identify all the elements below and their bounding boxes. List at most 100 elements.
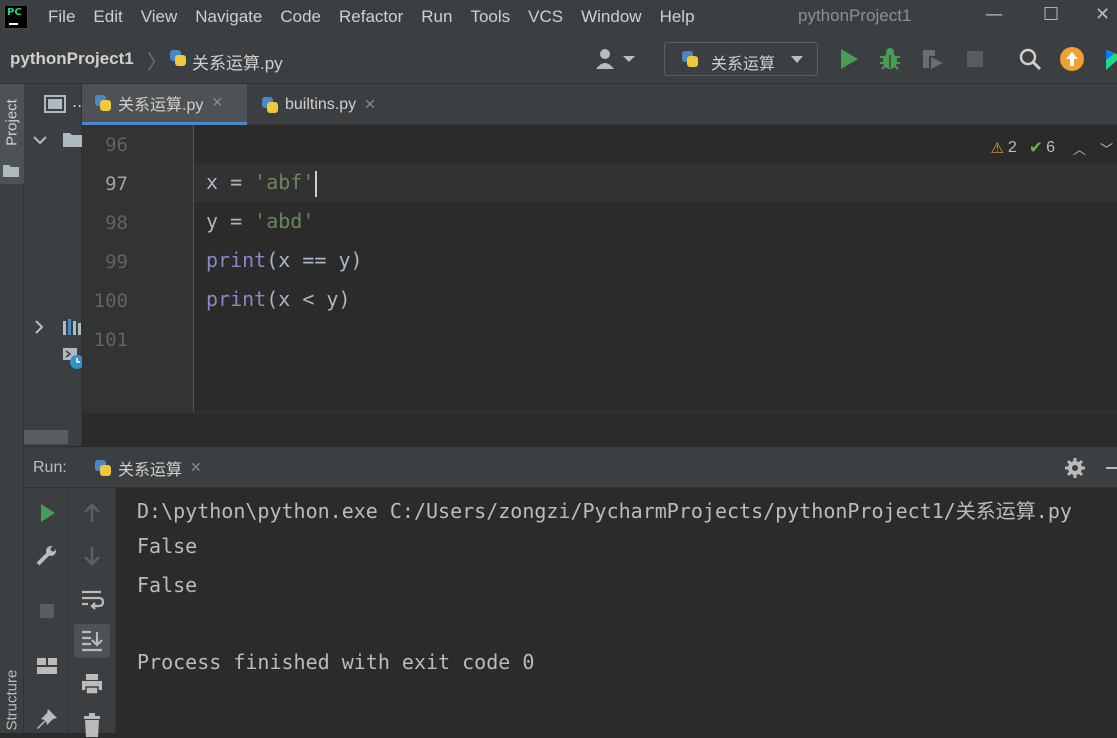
arrow-down-icon[interactable] (79, 543, 105, 569)
run-button[interactable] (836, 46, 862, 72)
editor-tab-bar: 关系运算.py ✕ builtins.py ✕ (82, 84, 1117, 125)
structure-tool-tab[interactable]: Structure (4, 651, 21, 731)
debug-button[interactable] (877, 46, 903, 72)
rerun-icon[interactable] (34, 500, 60, 526)
update-icon[interactable] (1059, 46, 1085, 72)
python-icon (94, 459, 112, 477)
line-number: 101 (93, 329, 128, 351)
code-line: y = 'abd' (206, 209, 314, 233)
chevron-down-icon[interactable] (33, 134, 47, 146)
code-line: x = 'abf' (206, 170, 318, 197)
text-caret (315, 170, 318, 197)
run-with-coverage-button[interactable] (919, 46, 945, 72)
code-token: y = (206, 209, 255, 233)
run-console-output[interactable]: D:\python\python.exe C:/Users/zongzi/Pyc… (116, 488, 1117, 733)
line-number-current: 97 (105, 173, 128, 195)
console-line: False (137, 573, 198, 597)
arrow-up-icon[interactable] (79, 500, 105, 526)
code-line: print(x == y) (206, 248, 363, 272)
editor-tab-label: builtins.py (285, 95, 357, 113)
chevron-up-icon[interactable]: ︿ (1073, 139, 1086, 158)
gear-icon[interactable] (1064, 457, 1086, 479)
search-icon[interactable] (1017, 46, 1043, 72)
python-file-icon (169, 49, 187, 67)
code-token: x = (206, 170, 255, 194)
code-builtin-token: print (206, 287, 267, 311)
menu-view[interactable]: View (141, 7, 178, 27)
project-view-icon[interactable] (44, 95, 66, 113)
close-window-button[interactable]: ✕ (1095, 4, 1110, 25)
code-builtin-token: print (206, 248, 267, 272)
print-icon[interactable] (79, 671, 105, 697)
logo-text: PC (7, 7, 22, 18)
code-string-token: 'abd' (254, 209, 315, 233)
project-tool-tab-label: Project (3, 99, 21, 146)
project-tab-label: .. (72, 92, 83, 111)
run-panel-title: Run: (33, 459, 67, 476)
navigation-bar: pythonProject1 〉 关系运算.py 关系运算 (0, 34, 1117, 84)
editor-tab-active[interactable]: 关系运算.py ✕ (82, 84, 247, 125)
chevron-right-icon[interactable] (33, 320, 45, 334)
close-tab-icon[interactable]: ✕ (211, 95, 223, 111)
stop-icon[interactable] (34, 598, 60, 624)
run-toolbar-secondary (68, 488, 116, 737)
horizontal-scrollbar[interactable] (24, 430, 68, 444)
scroll-to-end-icon (82, 630, 103, 652)
console-line: False (137, 534, 198, 558)
menu-navigate[interactable]: Navigate (195, 7, 262, 27)
code-token: (x == y) (266, 248, 363, 272)
code-editor[interactable]: x = 'abf' y = 'abd' print(x == y) print(… (194, 125, 1117, 412)
breadcrumb-project[interactable]: pythonProject1 (10, 49, 134, 69)
folder-icon (3, 165, 19, 177)
folder-icon (63, 133, 82, 147)
run-configuration-selector[interactable]: 关系运算 (664, 42, 818, 76)
project-panel: .. (24, 84, 84, 446)
menu-code[interactable]: Code (280, 7, 321, 27)
pin-icon[interactable] (34, 706, 60, 732)
menu-run[interactable]: Run (421, 7, 452, 27)
check-icon: ✔ (1028, 138, 1044, 157)
chevron-down-icon[interactable]: ﹀ (1100, 139, 1113, 158)
minimize-panel-icon[interactable] (1106, 465, 1117, 471)
line-number: 99 (105, 251, 128, 273)
layout-icon[interactable] (34, 653, 60, 679)
console-line: D:\python\python.exe C:/Users/zongzi/Pyc… (137, 499, 1072, 523)
scratches-consoles-icon (63, 348, 84, 369)
menu-edit[interactable]: Edit (93, 7, 122, 27)
menu-refactor[interactable]: Refactor (339, 7, 403, 27)
menu-bar: PC File Edit View Navigate Code Refactor… (0, 0, 1117, 34)
menu-file[interactable]: File (48, 7, 75, 27)
run-configuration-label: 关系运算 (711, 56, 776, 73)
line-number: 96 (105, 134, 128, 156)
editor-bottom-area (82, 412, 1117, 446)
breadcrumb-file[interactable]: 关系运算.py (192, 49, 283, 74)
code-line: print(x < y) (206, 287, 351, 311)
python-icon (681, 50, 699, 68)
python-file-icon (94, 94, 112, 112)
close-tab-icon[interactable]: ✕ (364, 97, 376, 113)
code-string-token: 'abf' (254, 170, 315, 194)
run-tab[interactable]: 关系运算 ✕ (94, 447, 202, 489)
menu-help[interactable]: Help (660, 7, 695, 27)
inspection-widget[interactable]: ⚠ 2 ✔ 6 ︿ ﹀ (990, 137, 1117, 159)
stop-button[interactable] (962, 46, 988, 72)
console-line: Process finished with exit code 0 (137, 650, 535, 674)
soft-wrap-icon[interactable] (79, 586, 105, 612)
editor-tab[interactable]: builtins.py ✕ (249, 84, 404, 125)
menu-vcs[interactable]: VCS (528, 7, 563, 27)
run-toolbar-primary (24, 488, 68, 733)
menu-window[interactable]: Window (581, 7, 641, 27)
warning-count: 2 (1007, 139, 1017, 156)
jetbrains-toolbox-icon[interactable] (1100, 46, 1117, 72)
chevron-down-icon (791, 56, 803, 63)
maximize-button[interactable]: ☐ (1043, 4, 1059, 25)
trash-icon[interactable] (79, 712, 105, 738)
close-tab-icon[interactable]: ✕ (190, 460, 202, 476)
menu-tools[interactable]: Tools (470, 7, 510, 27)
run-tab-label: 关系运算 (118, 462, 183, 479)
project-tool-tab[interactable]: Project (0, 84, 24, 184)
wrench-icon[interactable] (34, 543, 60, 569)
user-account-icon[interactable] (595, 47, 635, 71)
minimize-button[interactable]: — (985, 4, 1003, 25)
line-number: 98 (105, 212, 128, 234)
